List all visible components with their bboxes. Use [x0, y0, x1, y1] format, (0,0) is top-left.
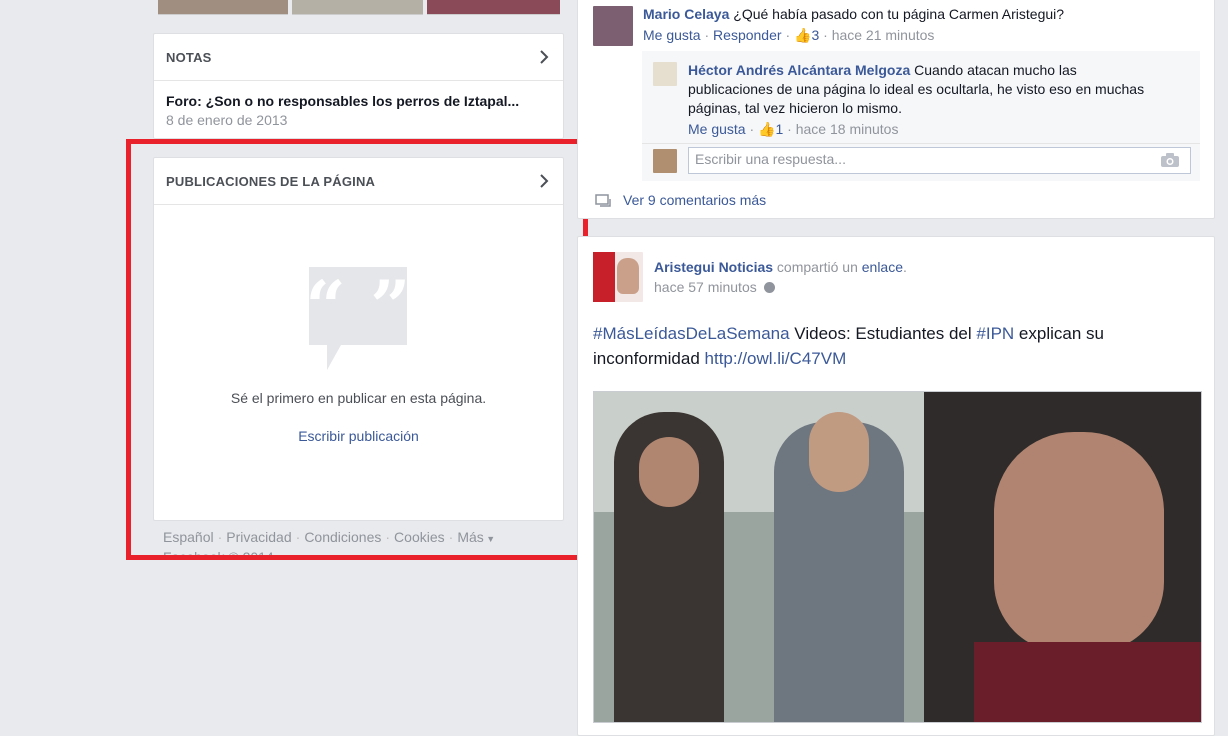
- reply-text-line1: Cuando atacan mucho las: [914, 62, 1077, 78]
- reply-like-count[interactable]: 1: [775, 121, 783, 137]
- comments-icon: [595, 194, 611, 207]
- post-time[interactable]: hace 57 minutos: [654, 279, 757, 295]
- page-posts-box: PUBLICACIONES DE LA PÁGINA “ ” Sé el pri…: [153, 157, 564, 521]
- footer-links: Español · Privacidad · Condiciones · Cookies · M…: [163, 529, 496, 545]
- thumbs-up-icon[interactable]: 👍: [794, 27, 811, 43]
- photo-thumb-2[interactable]: [292, 0, 423, 15]
- caret-down-icon[interactable]: ▼: [484, 534, 495, 544]
- hashtag-link[interactable]: #MásLeídasDeLaSemana: [593, 324, 790, 343]
- post-text-part3: inconformidad: [593, 349, 705, 368]
- post-shared-text: compartió un: [776, 259, 858, 275]
- reply-comment-link[interactable]: Responder: [713, 27, 782, 43]
- note-date: 8 de enero de 2013: [166, 112, 288, 128]
- globe-icon[interactable]: [763, 282, 775, 293]
- comment-like-count[interactable]: 3: [811, 27, 819, 43]
- svg-text:“ ”: “ ”: [309, 267, 409, 348]
- comment-text: ¿Qué había pasado con tu página Carmen A…: [733, 6, 1065, 22]
- post-url-link[interactable]: http://owl.li/C47VM: [705, 349, 847, 368]
- hashtag-link[interactable]: #IPN: [976, 324, 1014, 343]
- like-reply-link[interactable]: Me gusta: [688, 121, 746, 137]
- chevron-right-icon[interactable]: [537, 174, 551, 188]
- post-text-part2: explican su: [1014, 324, 1104, 343]
- write-post-link[interactable]: Escribir publicación: [284, 428, 433, 444]
- post-card-link: Aristegui Noticias compartió un enlace. …: [577, 236, 1215, 736]
- footer-copyright: Facebook © 2014: [163, 548, 274, 556]
- avatar[interactable]: [593, 6, 633, 46]
- post-author-link[interactable]: Aristegui Noticias: [654, 259, 773, 275]
- footer-link-more[interactable]: Más: [457, 529, 483, 545]
- footer-link-cookies[interactable]: Cookies: [394, 529, 445, 545]
- comment-time[interactable]: hace 21 minutos: [832, 27, 935, 43]
- footer-link-terms[interactable]: Condiciones: [304, 529, 381, 545]
- footer-link-language[interactable]: Español: [163, 529, 214, 545]
- post-card-comments: Mario Celaya ¿Qué había pasado con tu pá…: [577, 0, 1215, 219]
- notes-header-label: NOTAS: [166, 49, 212, 65]
- page-posts-header[interactable]: PUBLICACIONES DE LA PÁGINA: [154, 158, 563, 205]
- reply-thread: Héctor Andrés Alcántara Melgoza Cuando a…: [642, 51, 1200, 181]
- like-comment-link[interactable]: Me gusta: [643, 27, 701, 43]
- comment-author-link[interactable]: Mario Celaya: [643, 6, 729, 22]
- post-text-part1: Videos: Estudiantes del: [789, 324, 977, 343]
- video-thumbnail[interactable]: [593, 391, 1202, 723]
- post-link-word[interactable]: enlace: [862, 259, 903, 275]
- empty-posts-message: Sé el primero en publicar en esta página…: [230, 390, 487, 406]
- photo-thumb-3[interactable]: [427, 0, 560, 15]
- avatar: [653, 149, 677, 173]
- footer-link-privacy[interactable]: Privacidad: [226, 529, 291, 545]
- reply-input-placeholder: Escribir una respuesta...: [695, 151, 846, 167]
- page-posts-header-label: PUBLICACIONES DE LA PÁGINA: [166, 173, 376, 189]
- notes-header[interactable]: NOTAS: [154, 34, 563, 81]
- photo-thumb-1[interactable]: [158, 0, 288, 15]
- reply-author-link[interactable]: Héctor Andrés Alcántara Melgoza: [688, 62, 910, 78]
- notes-box: NOTAS Foro: ¿Son o no responsables los p…: [153, 33, 564, 139]
- note-title-link[interactable]: Foro: ¿Son o no responsables los perros …: [166, 93, 551, 109]
- reply-input[interactable]: Escribir una respuesta...: [688, 147, 1191, 174]
- avatar[interactable]: [653, 62, 677, 86]
- reply-text-line2: publicaciones de una página lo ideal es …: [688, 81, 1145, 97]
- thumbs-up-icon[interactable]: 👍: [758, 121, 775, 137]
- reply-text-line3: páginas, tal vez hicieron lo mismo.: [688, 100, 902, 116]
- view-more-comments-link[interactable]: Ver 9 comentarios más: [623, 192, 766, 208]
- chevron-right-icon[interactable]: [537, 50, 551, 64]
- camera-icon[interactable]: [1160, 153, 1180, 167]
- avatar[interactable]: [593, 252, 643, 302]
- reply-time[interactable]: hace 18 minutos: [796, 121, 899, 137]
- speech-bubble-quote-icon: “ ”: [309, 267, 409, 370]
